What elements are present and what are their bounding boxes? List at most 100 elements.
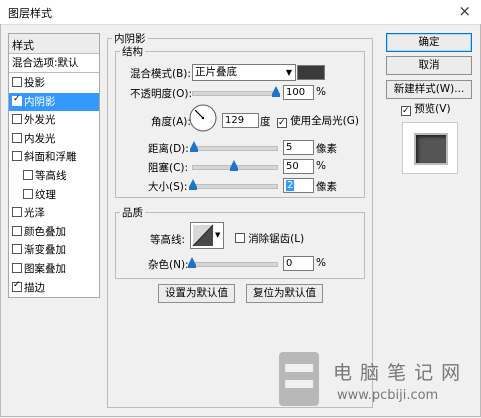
- style-item[interactable]: 斜面和浮雕: [9, 148, 99, 166]
- style-item-label: 渐变叠加: [24, 244, 66, 257]
- distance-slider-thumb[interactable]: [189, 141, 198, 152]
- close-icon[interactable]: ×: [458, 2, 471, 20]
- title-bar: [0, 0, 481, 25]
- angle-input[interactable]: 129: [222, 113, 259, 128]
- angle-dial[interactable]: [188, 103, 218, 133]
- style-item-checkbox[interactable]: [12, 244, 22, 255]
- distance-slider[interactable]: [192, 146, 278, 151]
- distance-unit: 像素: [316, 143, 337, 155]
- size-input[interactable]: 2: [283, 178, 314, 193]
- cancel-button[interactable]: 取消: [386, 56, 472, 75]
- style-item-label: 图案叠加: [24, 263, 66, 275]
- chevron-down-icon: ▼: [215, 231, 221, 239]
- size-unit: 像素: [316, 181, 337, 193]
- style-item-checkbox[interactable]: [12, 151, 22, 162]
- preview-check-icon: ✓: [401, 106, 411, 116]
- quality-title: 品质: [122, 207, 143, 219]
- watermark: 电 脑 笔 记 网 www.pcbiji.com: [275, 350, 481, 416]
- global-light-label: 使用全局光(G): [290, 115, 360, 127]
- styles-header[interactable]: 样式: [9, 34, 99, 54]
- style-item-checkbox[interactable]: [12, 207, 22, 218]
- size-slider-thumb[interactable]: [188, 179, 197, 190]
- preview-thumbnail: [402, 122, 458, 174]
- style-item-blending-options[interactable]: 混合选项:默认: [9, 54, 99, 73]
- size-label: 大小(S):: [148, 181, 188, 193]
- style-item-label: 描边: [24, 281, 45, 294]
- noise-label: 杂色(N):: [148, 259, 189, 271]
- style-item-label: 投影: [24, 77, 45, 89]
- styles-list: 样式 混合选项:默认 投影内阴影外发光内发光斜面和浮雕等高线纹理光泽颜色叠加渐变…: [8, 33, 100, 298]
- style-item-label: 等高线: [35, 170, 67, 182]
- style-item-checkbox[interactable]: [12, 263, 22, 273]
- style-item-checkbox[interactable]: [12, 77, 22, 87]
- window-title: 图层样式: [8, 7, 52, 20]
- blend-mode-label: 混合模式(B):: [130, 68, 191, 80]
- style-item[interactable]: 光泽: [9, 204, 99, 222]
- antialias-checkbox[interactable]: 消除锯齿(L): [235, 231, 304, 246]
- angle-unit: 度: [260, 116, 271, 128]
- antialias-check-icon: [235, 233, 245, 243]
- style-item-label: 斜面和浮雕: [24, 151, 77, 164]
- global-light-checkbox[interactable]: ✓ 使用全局光(G): [277, 113, 359, 128]
- style-item[interactable]: 投影: [9, 74, 99, 92]
- style-item[interactable]: 纹理: [9, 186, 99, 204]
- antialias-label: 消除锯齿(L): [248, 233, 305, 245]
- style-item-checkbox[interactable]: [12, 279, 22, 292]
- style-item-checkbox[interactable]: [23, 170, 33, 180]
- style-item-label: 纹理: [35, 188, 56, 201]
- noise-slider[interactable]: [192, 262, 278, 267]
- style-item-label: 内阴影: [24, 95, 56, 108]
- style-item-checkbox[interactable]: [12, 93, 22, 106]
- opacity-input[interactable]: 100: [283, 85, 314, 100]
- style-item[interactable]: 内发光: [9, 130, 99, 148]
- style-item[interactable]: 描边: [9, 279, 99, 297]
- opacity-slider[interactable]: [192, 91, 278, 96]
- choke-input[interactable]: 50: [283, 159, 314, 174]
- set-default-button[interactable]: 设置为默认值: [158, 284, 235, 303]
- size-slider[interactable]: [192, 184, 278, 189]
- style-item-checkbox[interactable]: [12, 132, 22, 143]
- watermark-title: 电 脑 笔 记 网: [333, 362, 462, 384]
- angle-dial-icon: [189, 104, 217, 132]
- chevron-down-icon: ▼: [285, 68, 292, 77]
- ok-button[interactable]: 确定: [386, 33, 472, 52]
- opacity-slider-thumb[interactable]: [272, 86, 280, 97]
- noise-slider-thumb[interactable]: [188, 257, 196, 268]
- blend-mode-select[interactable]: 正片叠底 ▼: [192, 64, 296, 81]
- global-light-check-icon: ✓: [277, 118, 287, 128]
- style-item[interactable]: 颜色叠加: [9, 223, 99, 241]
- preview-label: 预览(V): [414, 103, 451, 115]
- watermark-url: www.pcbiji.com: [337, 388, 439, 403]
- style-item-checkbox[interactable]: [12, 114, 22, 125]
- preview-swatch: [414, 133, 448, 165]
- style-item[interactable]: 外发光: [9, 111, 99, 129]
- distance-input[interactable]: 5: [283, 140, 314, 155]
- new-style-button[interactable]: 新建样式(W)...: [386, 80, 472, 99]
- style-item[interactable]: 图案叠加: [9, 260, 99, 278]
- styles-header-label: 样式: [12, 39, 34, 52]
- size-input-value: 2: [286, 180, 295, 191]
- contour-curve-icon: [192, 224, 214, 247]
- style-item-label: 颜色叠加: [24, 225, 66, 238]
- style-item-label: 外发光: [24, 114, 56, 127]
- shadow-color-swatch[interactable]: [297, 65, 325, 80]
- opacity-unit: %: [316, 86, 326, 98]
- style-item-label: 内发光: [24, 132, 56, 145]
- structure-title: 结构: [122, 46, 143, 58]
- angle-label: 角度(A):: [151, 116, 191, 128]
- watermark-logo-icon: [279, 352, 319, 406]
- style-item-checkbox[interactable]: [12, 225, 22, 236]
- style-item[interactable]: 渐变叠加: [9, 241, 99, 259]
- choke-slider-thumb[interactable]: [230, 160, 238, 171]
- style-item[interactable]: 内阴影: [9, 92, 99, 111]
- noise-unit: %: [316, 257, 326, 269]
- preview-checkbox[interactable]: ✓ 预览(V): [401, 101, 451, 116]
- style-item[interactable]: 等高线: [9, 167, 99, 185]
- choke-label: 阻塞(C):: [148, 162, 189, 174]
- style-item-label: 光泽: [24, 207, 45, 220]
- style-item-checkbox[interactable]: [23, 188, 33, 199]
- opacity-label: 不透明度(O):: [130, 88, 192, 100]
- reset-default-button[interactable]: 复位为默认值: [246, 284, 323, 303]
- noise-input[interactable]: 0: [283, 256, 314, 271]
- contour-picker[interactable]: ▼: [190, 222, 224, 249]
